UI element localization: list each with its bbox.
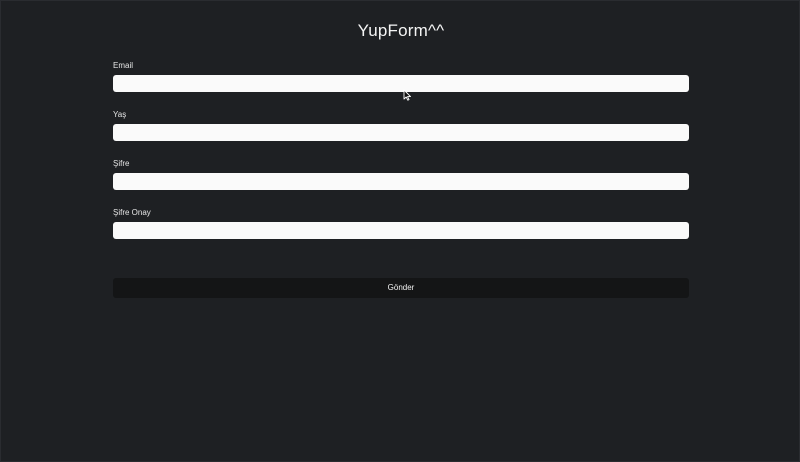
age-field-group: Yaş: [113, 110, 689, 159]
password-field-group: Şifre: [113, 159, 689, 208]
email-input[interactable]: [113, 75, 689, 92]
password-label: Şifre: [113, 159, 130, 168]
email-field-group: Email: [113, 61, 689, 110]
email-label: Email: [113, 61, 134, 70]
submit-button[interactable]: Gönder: [113, 278, 689, 298]
page: YupForm^^ Email Yaş Şifre Şifre Onay Gön…: [0, 0, 800, 462]
password-input[interactable]: [113, 173, 689, 190]
age-label: Yaş: [113, 110, 127, 119]
password-confirm-field-group: Şifre Onay: [113, 208, 689, 257]
signup-form: Email Yaş Şifre Şifre Onay Gönder: [113, 61, 689, 298]
mouse-pointer-icon: [403, 89, 411, 101]
page-title: YupForm^^: [357, 21, 445, 40]
password-confirm-label: Şifre Onay: [113, 208, 151, 217]
age-input[interactable]: [113, 124, 689, 141]
password-confirm-input[interactable]: [113, 222, 689, 239]
